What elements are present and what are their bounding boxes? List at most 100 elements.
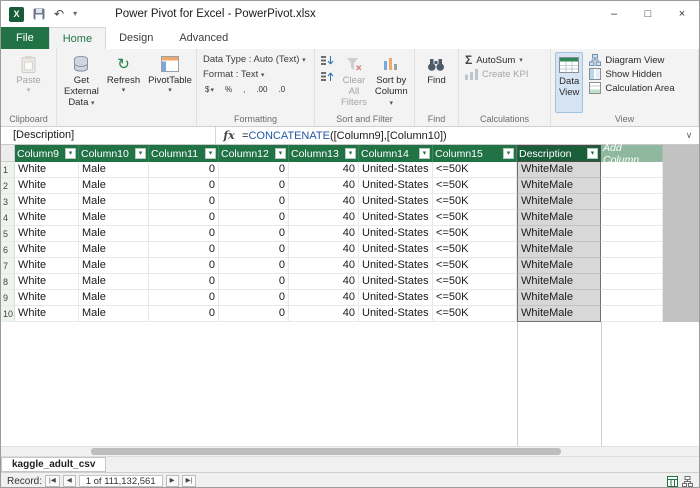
- row-number[interactable]: 5: [1, 226, 15, 242]
- add-column-cell[interactable]: [601, 242, 663, 258]
- grid-cell[interactable]: WhiteMale: [517, 210, 601, 226]
- column-header-column11[interactable]: Column11 ▾: [149, 145, 219, 162]
- column-header-column10[interactable]: Column10 ▾: [79, 145, 149, 162]
- grid-cell[interactable]: WhiteMale: [517, 258, 601, 274]
- row-number[interactable]: 8: [1, 274, 15, 290]
- grid-cell[interactable]: United-States: [359, 274, 433, 290]
- formula-expand-icon[interactable]: ∨: [679, 130, 699, 141]
- filter-dropdown-icon[interactable]: ▾: [503, 148, 514, 159]
- grid-cell[interactable]: 0: [149, 306, 219, 322]
- currency-format-button[interactable]: $ ▾: [203, 84, 216, 95]
- undo-icon[interactable]: ↶: [54, 8, 64, 20]
- grid-cell[interactable]: WhiteMale: [517, 178, 601, 194]
- add-column-cell[interactable]: [601, 210, 663, 226]
- filter-dropdown-icon[interactable]: ▾: [275, 148, 286, 159]
- grid-cell[interactable]: 40: [289, 274, 359, 290]
- grid-cell[interactable]: <=50K: [433, 242, 517, 258]
- paste-button[interactable]: Paste ▾: [13, 52, 43, 113]
- grid-cell[interactable]: 0: [219, 194, 289, 210]
- last-record-button[interactable]: ▶|: [181, 475, 197, 487]
- add-column-cell[interactable]: [601, 258, 663, 274]
- select-all-corner[interactable]: [1, 145, 15, 162]
- grid-cell[interactable]: 0: [219, 306, 289, 322]
- diagram-view-toggle-icon[interactable]: [682, 475, 693, 487]
- increase-decimals-button[interactable]: .00: [254, 84, 269, 95]
- grid-cell[interactable]: Male: [79, 162, 149, 178]
- grid-cell[interactable]: 40: [289, 242, 359, 258]
- grid-view-toggle-icon[interactable]: [667, 475, 678, 487]
- row-number[interactable]: 9: [1, 290, 15, 306]
- grid-cell[interactable]: <=50K: [433, 162, 517, 178]
- formula-input[interactable]: =CONCATENATE([Column9],[Column10]): [242, 130, 679, 142]
- minimize-button[interactable]: –: [597, 1, 631, 27]
- autosum-button[interactable]: Σ AutoSum ▾: [463, 52, 546, 68]
- grid-cell[interactable]: 40: [289, 162, 359, 178]
- row-number[interactable]: 2: [1, 178, 15, 194]
- grid-cell[interactable]: 0: [219, 178, 289, 194]
- maximize-button[interactable]: □: [631, 1, 665, 27]
- grid-cell[interactable]: Male: [79, 242, 149, 258]
- grid-cell[interactable]: United-States: [359, 162, 433, 178]
- add-column-cell[interactable]: [601, 194, 663, 210]
- add-column-cell[interactable]: [601, 178, 663, 194]
- row-number[interactable]: 10: [1, 306, 15, 322]
- qat-customize-chevron-icon[interactable]: ▾: [73, 10, 77, 18]
- close-button[interactable]: ×: [665, 1, 699, 27]
- tab-home[interactable]: Home: [48, 27, 107, 49]
- grid-cell[interactable]: 40: [289, 210, 359, 226]
- grid-cell[interactable]: Male: [79, 210, 149, 226]
- grid-cell[interactable]: WhiteMale: [517, 306, 601, 322]
- grid-cell[interactable]: 0: [219, 242, 289, 258]
- next-record-button[interactable]: ▶: [165, 475, 179, 487]
- grid-cell[interactable]: United-States: [359, 210, 433, 226]
- filter-dropdown-icon[interactable]: ▾: [419, 148, 430, 159]
- scrollbar-thumb[interactable]: [91, 448, 561, 455]
- filter-dropdown-icon[interactable]: ▾: [205, 148, 216, 159]
- add-column-cell[interactable]: [601, 274, 663, 290]
- column-header-column9[interactable]: Column9 ▾: [15, 145, 79, 162]
- refresh-button[interactable]: ↻ Refresh ▾: [104, 52, 143, 113]
- grid-cell[interactable]: White: [15, 210, 79, 226]
- grid-cell[interactable]: United-States: [359, 178, 433, 194]
- create-kpi-button[interactable]: Create KPI: [463, 68, 546, 81]
- tab-design[interactable]: Design: [106, 27, 166, 49]
- grid-cell[interactable]: WhiteMale: [517, 226, 601, 242]
- filter-dropdown-icon[interactable]: ▾: [65, 148, 76, 159]
- grid-cell[interactable]: 0: [149, 242, 219, 258]
- grid-cell[interactable]: <=50K: [433, 210, 517, 226]
- grid-cell[interactable]: <=50K: [433, 258, 517, 274]
- save-icon[interactable]: [33, 8, 45, 20]
- grid-cell[interactable]: WhiteMale: [517, 242, 601, 258]
- column-header-description[interactable]: Description ▾: [517, 145, 601, 162]
- pivottable-button[interactable]: PivotTable ▾: [145, 52, 195, 113]
- first-record-button[interactable]: |◀: [45, 475, 60, 487]
- sort-ascending-button[interactable]: [319, 54, 336, 67]
- grid-cell[interactable]: WhiteMale: [517, 194, 601, 210]
- grid-cell[interactable]: White: [15, 258, 79, 274]
- grid-cell[interactable]: 40: [289, 258, 359, 274]
- previous-record-button[interactable]: ◀: [62, 475, 76, 487]
- calculation-area-button[interactable]: Calculation Area: [587, 81, 694, 95]
- tab-advanced[interactable]: Advanced: [166, 27, 241, 49]
- show-hidden-button[interactable]: Show Hidden: [587, 67, 694, 81]
- grid-cell[interactable]: 0: [149, 274, 219, 290]
- grid-cell[interactable]: United-States: [359, 226, 433, 242]
- add-column-header[interactable]: Add Column: [601, 142, 663, 166]
- row-number[interactable]: 4: [1, 210, 15, 226]
- find-button[interactable]: Find: [424, 52, 448, 113]
- grid-cell[interactable]: White: [15, 242, 79, 258]
- grid-cell[interactable]: 40: [289, 290, 359, 306]
- format-dropdown[interactable]: Format : Text ▾: [201, 67, 310, 82]
- grid-cell[interactable]: 0: [219, 290, 289, 306]
- sort-descending-button[interactable]: [319, 70, 336, 83]
- grid-cell[interactable]: 0: [149, 290, 219, 306]
- horizontal-scrollbar[interactable]: [1, 446, 699, 456]
- grid-cell[interactable]: White: [15, 178, 79, 194]
- grid-cell[interactable]: Male: [79, 274, 149, 290]
- grid-cell[interactable]: <=50K: [433, 306, 517, 322]
- add-column-cell[interactable]: [601, 290, 663, 306]
- add-column-cell[interactable]: [601, 162, 663, 178]
- data-view-button[interactable]: Data View: [555, 52, 584, 113]
- grid-cell[interactable]: White: [15, 290, 79, 306]
- clear-all-filters-button[interactable]: Clear All Filters: [338, 52, 370, 113]
